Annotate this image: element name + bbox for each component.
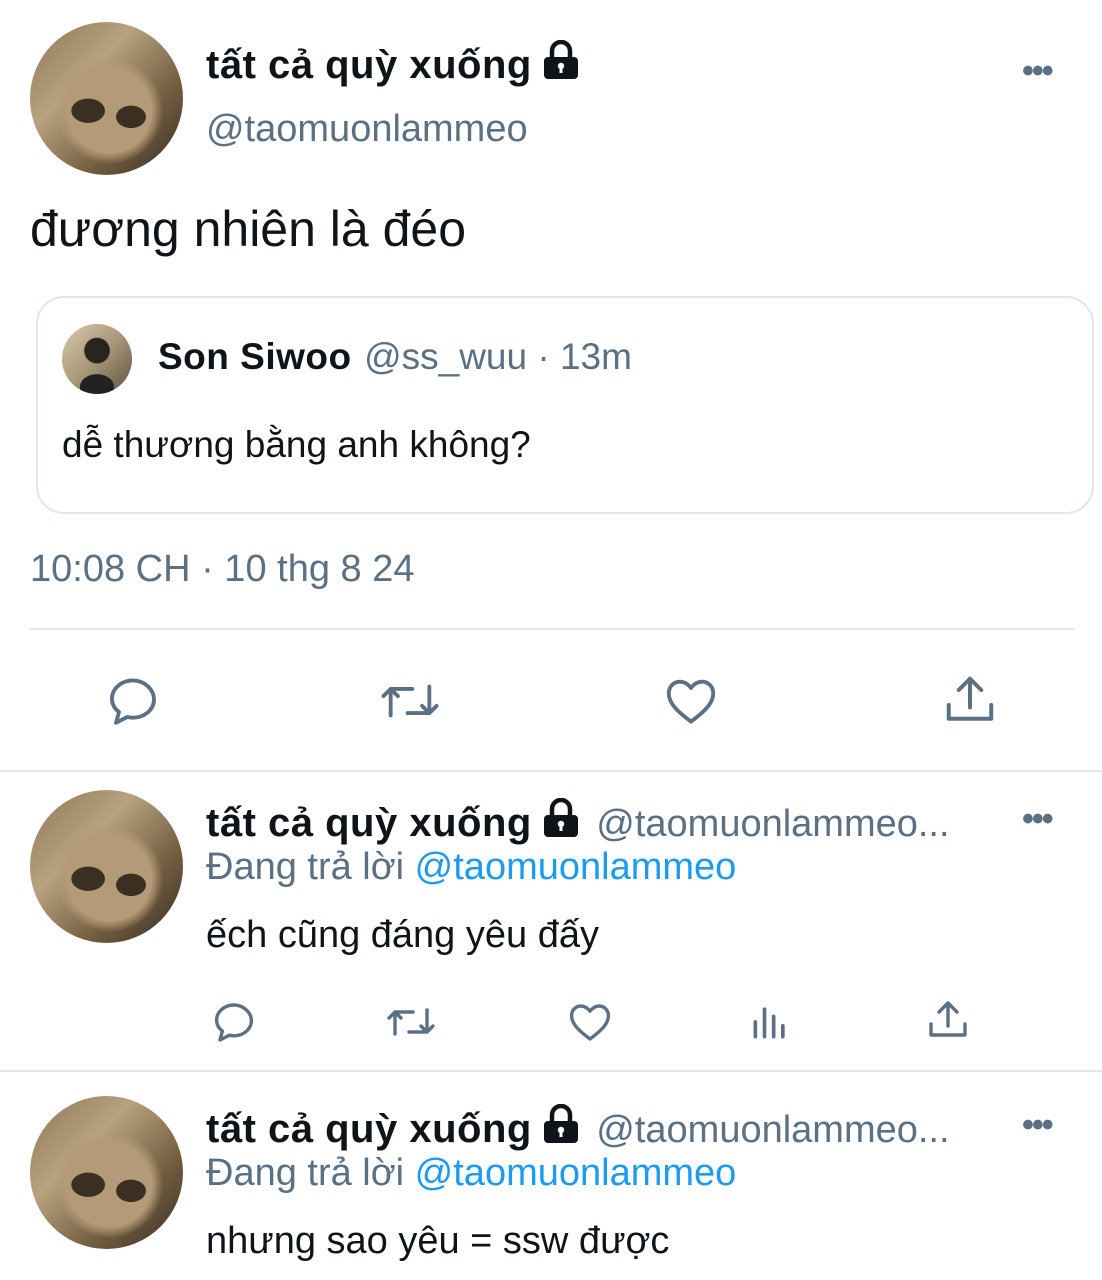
quoted-text: dễ thương bằng anh không? bbox=[62, 424, 531, 465]
more-icon[interactable]: ••• bbox=[1022, 52, 1054, 91]
lock-icon bbox=[542, 797, 580, 843]
lock-icon bbox=[542, 39, 580, 90]
reply-author-name[interactable]: tất cả quỳ xuống bbox=[206, 801, 532, 845]
quoted-tweet-card[interactable]: Son Siwoo @ss_wuu · 13m dễ thương bằng a… bbox=[36, 296, 1094, 514]
reply-author-name[interactable]: tất cả quỳ xuống bbox=[206, 1107, 532, 1151]
share-icon[interactable] bbox=[940, 670, 1000, 730]
more-icon[interactable]: ••• bbox=[1022, 800, 1054, 839]
like-icon[interactable] bbox=[662, 672, 720, 730]
retweet-icon[interactable] bbox=[384, 998, 438, 1046]
reply-author-handle[interactable]: @taomuonlammeo... bbox=[596, 1109, 949, 1151]
divider bbox=[0, 770, 1102, 772]
lock-icon bbox=[542, 1103, 580, 1149]
divider bbox=[30, 628, 1074, 630]
replying-to: Đang trả lời @taomuonlammeo bbox=[206, 1152, 737, 1194]
reply-icon[interactable] bbox=[104, 672, 162, 730]
replying-to: Đang trả lời @taomuonlammeo bbox=[206, 846, 737, 888]
author-avatar[interactable] bbox=[30, 22, 183, 175]
retweet-icon[interactable] bbox=[378, 672, 442, 730]
author-name[interactable]: tất cả quỳ xuống bbox=[206, 39, 580, 90]
mention-link[interactable]: @taomuonlammeo bbox=[415, 846, 737, 888]
more-icon[interactable]: ••• bbox=[1022, 1106, 1054, 1145]
quoted-author-avatar bbox=[62, 324, 132, 394]
reply-header: tất cả quỳ xuống @taomuonlammeo... bbox=[206, 797, 950, 846]
reply-author-avatar[interactable] bbox=[30, 1096, 183, 1249]
reply-icon[interactable] bbox=[210, 998, 258, 1046]
tweet-text: đương nhiên là đéo bbox=[30, 201, 467, 257]
share-icon[interactable] bbox=[924, 996, 972, 1044]
reply-author-avatar[interactable] bbox=[30, 790, 183, 943]
quoted-meta: @ss_wuu · 13m bbox=[364, 336, 632, 377]
reply-text: nhưng sao yêu = ssw được bbox=[206, 1220, 670, 1262]
divider bbox=[0, 1070, 1102, 1072]
like-icon[interactable] bbox=[566, 998, 614, 1046]
reply-text: ếch cũng đáng yêu đấy bbox=[206, 914, 599, 956]
tweet-timestamp[interactable]: 10:08 CH · 10 thg 8 24 bbox=[30, 548, 414, 591]
reply-author-handle[interactable]: @taomuonlammeo... bbox=[596, 803, 949, 845]
quoted-author-name: Son Siwoo bbox=[158, 336, 352, 377]
analytics-icon[interactable] bbox=[748, 1000, 792, 1044]
reply-header: tất cả quỳ xuống @taomuonlammeo... bbox=[206, 1103, 950, 1152]
mention-link[interactable]: @taomuonlammeo bbox=[415, 1152, 737, 1194]
author-handle[interactable]: @taomuonlammeo bbox=[206, 108, 528, 151]
